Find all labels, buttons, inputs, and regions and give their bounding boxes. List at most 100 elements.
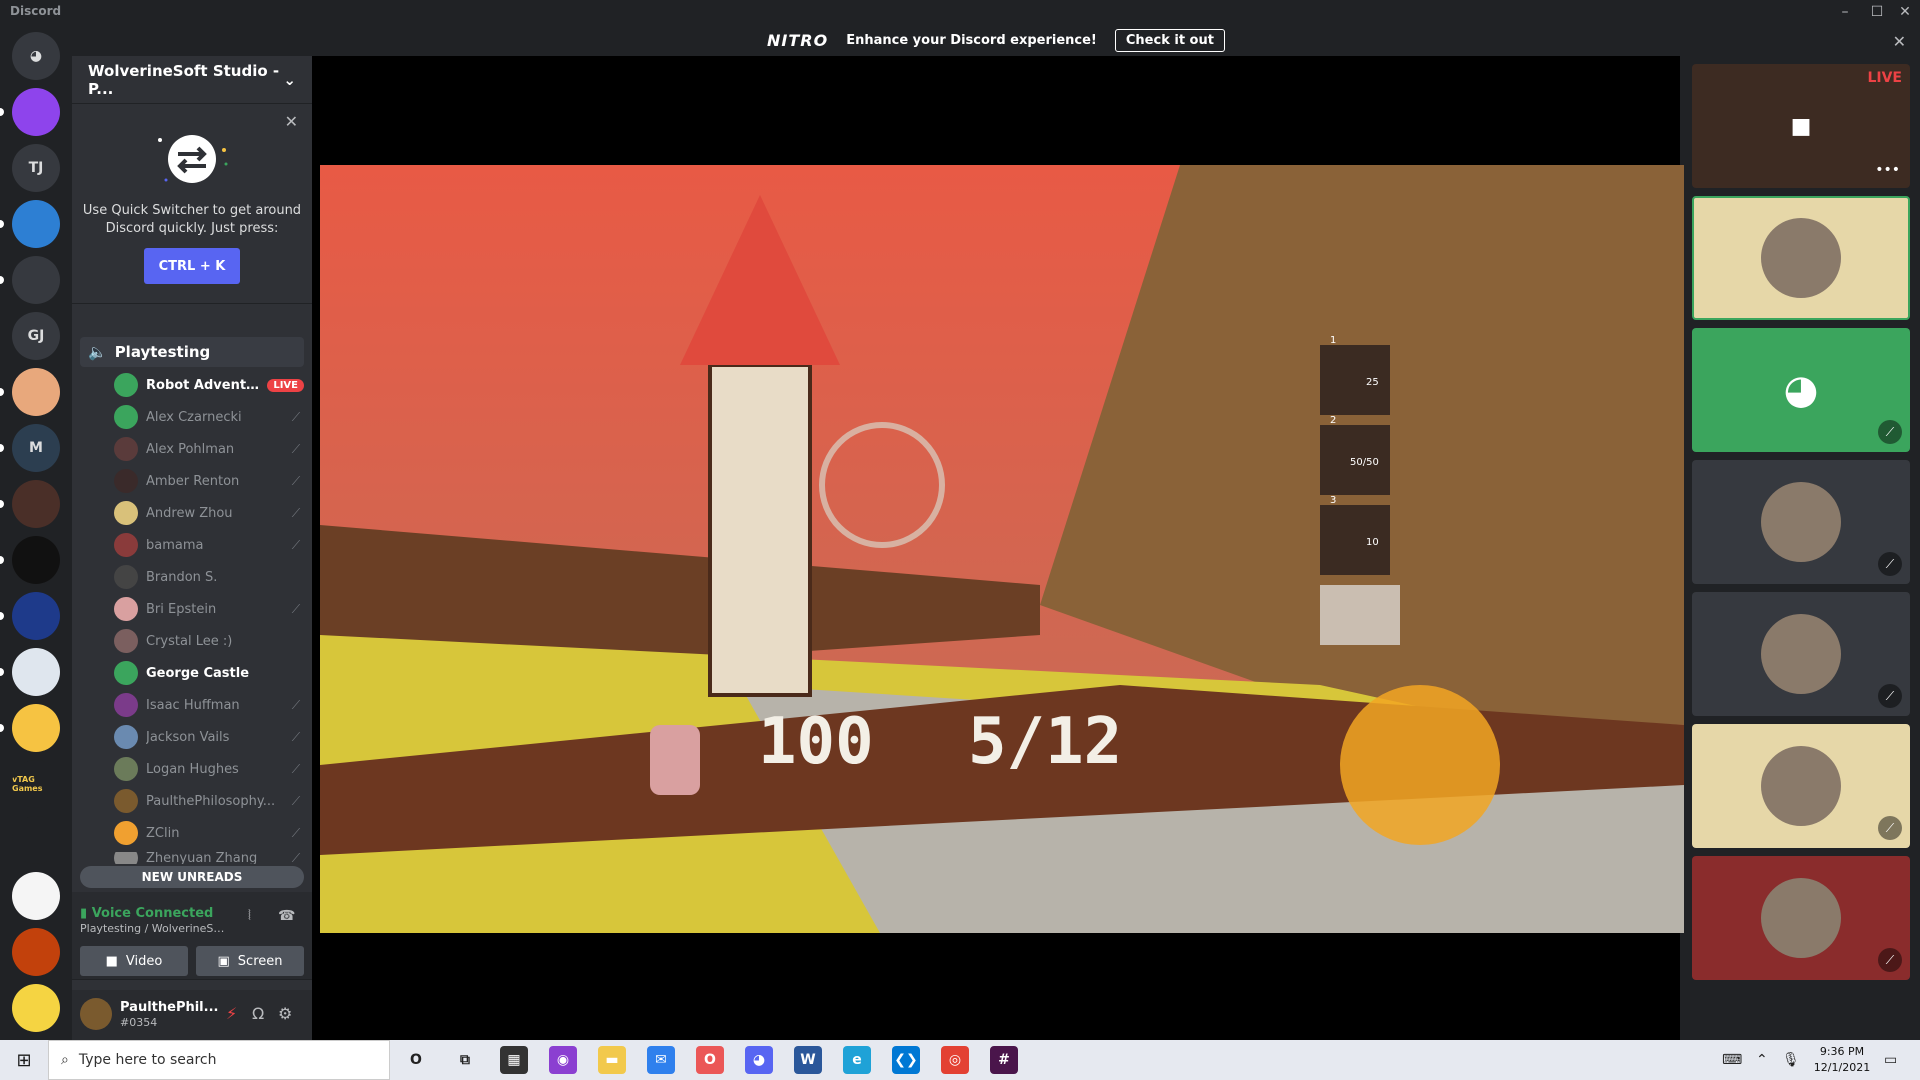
stream-video[interactable]: 100 5/12 1 25 2 50/50 3 10 [320,165,1684,933]
edge-icon[interactable]: e [843,1046,871,1074]
quick-switcher-shortcut-button[interactable]: CTRL + K [144,248,240,284]
muted-mic-icon: ⟋ [1878,948,1902,972]
voice-member[interactable]: Bri Epstein ⟋ [114,596,304,622]
voice-member[interactable]: Isaac Huffman ⟋ [114,692,304,718]
server-icon-10[interactable] [12,592,60,640]
voice-member[interactable]: ZClin ⟋ [114,820,304,846]
avatar [1761,746,1841,826]
participant-tile[interactable]: ◕ ⟋ [1692,328,1910,452]
voice-member[interactable]: Robot Adventure LIVE [114,372,304,398]
member-name: George Castle [146,665,250,681]
close-icon[interactable]: ✕ [1893,32,1906,51]
voice-member[interactable]: Alex Pohlman ⟋ [114,436,304,462]
server-icon-6[interactable] [12,368,60,416]
voice-member[interactable]: Zhenyuan Zhang ⟋ [114,852,304,864]
voice-member[interactable]: Andrew Zhou ⟋ [114,500,304,526]
chevron-up-icon[interactable]: ⌃ [1756,1040,1768,1080]
task-view-icon[interactable]: ⧉ [451,1046,479,1074]
server-icon-8[interactable] [12,480,60,528]
close-icon[interactable]: ✕ [285,112,298,131]
disconnect-icon[interactable]: ☎ [278,908,295,924]
voice-member[interactable]: Jackson Vails ⟋ [114,724,304,750]
file-explorer-icon[interactable]: ▬ [598,1046,626,1074]
participant-tile[interactable]: ⟋ [1692,460,1910,584]
server-icon-4[interactable] [12,256,60,304]
slack-icon[interactable]: # [990,1046,1018,1074]
notification-icon[interactable]: ▭ [1884,1040,1897,1080]
clock[interactable]: 9:36 PM 12/1/2021 [1808,1044,1876,1076]
participant-tile[interactable]: ■ LIVE ••• [1692,64,1910,188]
member-name: Alex Pohlman [146,441,235,457]
voice-member[interactable]: Alex Czarnecki ⟋ [114,404,304,430]
participant-tile[interactable]: ⟋ [1692,856,1910,980]
muted-mic-icon: ⟋ [291,409,301,424]
voice-member[interactable]: Brandon S. [114,564,304,590]
participant-tile[interactable]: ⟋ [1692,592,1910,716]
voice-status-panel: ▮ Voice Connected Playtesting / Wolverin… [72,892,312,980]
server-icon-1[interactable] [12,88,60,136]
voice-member[interactable]: Logan Hughes ⟋ [114,756,304,782]
video-button[interactable]: ■ Video [80,946,188,976]
server-icon-7[interactable]: M [12,424,60,472]
voice-member[interactable]: George Castle [114,660,304,686]
close-window-icon[interactable]: ✕ [1890,0,1920,24]
taskbar-search[interactable]: ⌕ Type here to search [48,1040,390,1080]
avatar [1761,482,1841,562]
new-unreads-button[interactable]: NEW UNREADS [80,866,304,888]
voice-member[interactable]: PaulthePhilosophy... ⟋ [114,788,304,814]
voice-member[interactable]: bamama ⟋ [114,532,304,558]
server-icon-13[interactable]: vTAG Games [12,760,60,808]
store-icon[interactable]: ▦ [500,1046,528,1074]
headphones-icon[interactable]: Ω [252,1004,264,1023]
nitro-cta-button[interactable]: Check it out [1114,28,1225,52]
avatar[interactable] [80,998,112,1030]
word-icon[interactable]: W [794,1046,822,1074]
microphone-icon[interactable]: 🎙 [1782,1040,1800,1080]
maximize-icon[interactable]: ☐ [1862,0,1892,24]
voice-member[interactable]: Crystal Lee :) [114,628,304,654]
muted-mic-icon: ⟋ [291,761,301,776]
screen-share-button[interactable]: ▣ Screen [196,946,304,976]
minimize-icon[interactable]: – [1830,0,1860,24]
channel-name: Playtesting [114,343,211,361]
server-icon-11[interactable] [12,648,60,696]
server-icon-14[interactable] [12,816,60,864]
unread-pill [0,500,4,508]
more-options-icon[interactable]: ••• [1875,162,1900,178]
mute-mic-icon[interactable]: ⚡ [226,1004,237,1023]
server-icon-0[interactable]: ◕ [12,32,60,80]
server-icon-5[interactable]: GJ [12,312,60,360]
server-icon-9[interactable] [12,536,60,584]
cortana-icon[interactable]: O [402,1046,430,1074]
server-icon-17[interactable] [12,984,60,1032]
office-icon[interactable]: O [696,1046,724,1074]
avatar [114,565,138,589]
health-counter: 100 [758,705,874,779]
unread-pill [0,556,4,564]
voice-member[interactable]: Amber Renton ⟋ [114,468,304,494]
voice-channel-path[interactable]: Playtesting / WolverineSoft... [80,922,230,935]
server-icon-3[interactable] [12,200,60,248]
guild-header[interactable]: WolverineSoft Studio - P... ⌄ [72,56,312,104]
server-icon-16[interactable] [12,928,60,976]
unread-pill [0,388,4,396]
vscode-icon[interactable]: ❮❯ [892,1046,920,1074]
noise-suppression-icon[interactable]: ⦚ [248,908,251,924]
server-icon-2[interactable]: TJ [12,144,60,192]
windows-start-icon[interactable]: ⊞ [0,1040,48,1080]
mail-icon[interactable]: ✉ [647,1046,675,1074]
chrome-icon[interactable]: ◎ [941,1046,969,1074]
server-icon-12[interactable] [12,704,60,752]
discord-icon[interactable]: ◕ [745,1046,773,1074]
avatar [114,693,138,717]
keyboard-icon[interactable]: ⌨ [1722,1040,1742,1080]
quick-switcher-tip: ✕ Use Quick Switcher to get around Disco… [72,104,312,304]
participant-tile[interactable]: ⟋ [1692,724,1910,848]
muted-mic-icon: ⟋ [291,537,301,552]
gear-icon[interactable]: ⚙ [278,1004,292,1023]
server-icon-15[interactable] [12,872,60,920]
speaker-icon: 🔈 [88,343,107,361]
voice-channel-playtesting[interactable]: 🔈 Playtesting [80,337,304,367]
participant-tile[interactable] [1692,196,1910,320]
podcast-icon[interactable]: ◉ [549,1046,577,1074]
